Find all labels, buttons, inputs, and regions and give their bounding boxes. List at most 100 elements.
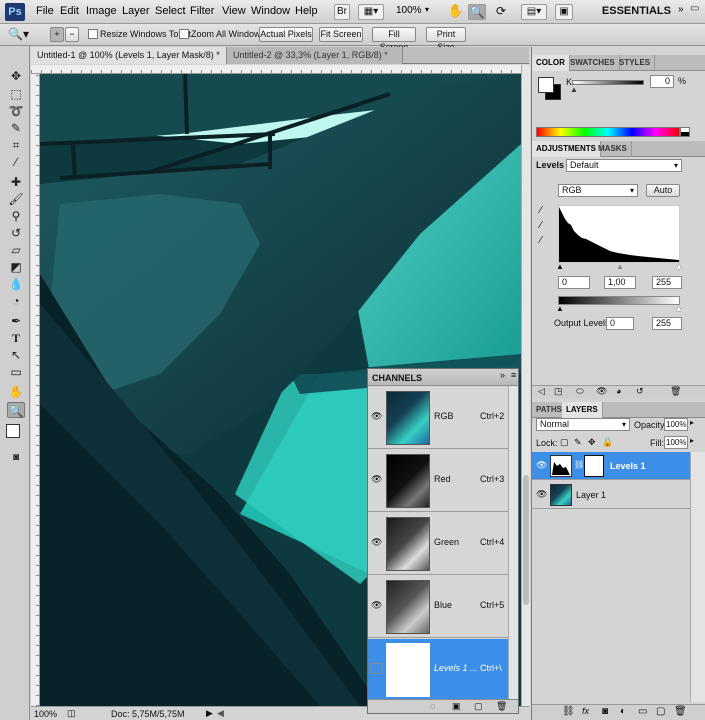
tab-styles[interactable]: STYLES — [615, 55, 656, 71]
rotate-view-icon[interactable]: ⟳ — [492, 4, 510, 20]
view-extras-icon[interactable]: ▦▾ — [358, 4, 384, 20]
eye-icon[interactable]: 👁 — [536, 460, 547, 471]
k-slider-handle-icon[interactable]: ▲ — [570, 85, 578, 94]
fill-dropdown-icon[interactable]: ▸ — [690, 436, 694, 445]
input-gamma-field[interactable]: 1,00 — [604, 276, 636, 289]
layer-name[interactable]: Levels 1 — [610, 461, 646, 471]
blend-mode-dropdown[interactable]: Normal — [536, 418, 630, 431]
channel-row-rgb[interactable]: 👁 RGB Ctrl+2 — [368, 387, 508, 449]
expanded-view-icon[interactable]: ◳ — [554, 386, 563, 397]
input-white-slider-icon[interactable]: ▲ — [675, 262, 683, 271]
resize-windows-checkbox[interactable] — [88, 29, 98, 39]
quick-selection-tool-icon[interactable]: ✎ — [7, 120, 25, 136]
menu-select[interactable]: Select — [155, 5, 186, 17]
panel-collapse-icon[interactable]: » — [500, 370, 505, 380]
zoom-readout-icon[interactable]: ◫ — [67, 708, 76, 719]
layers-scrollbar[interactable] — [690, 452, 705, 702]
menu-window[interactable]: Window — [251, 5, 290, 17]
channel-row-green[interactable]: 👁 Green Ctrl+4 — [368, 513, 508, 575]
menu-edit[interactable]: Edit — [60, 5, 79, 17]
white-point-eyedropper-icon[interactable]: ⁄ — [540, 235, 542, 246]
color-spectrum-ramp[interactable] — [536, 127, 680, 137]
layer-row-levels-1[interactable]: 👁 ⛓ Levels 1 — [532, 452, 690, 480]
lock-image-icon[interactable]: ✎ — [574, 437, 582, 448]
tab-adjustments[interactable]: ADJUSTMENTS — [532, 141, 602, 157]
opacity-dropdown-icon[interactable]: ▸ — [690, 418, 694, 427]
tab-layers[interactable]: LAYERS — [562, 402, 603, 418]
opacity-field[interactable]: 100% — [664, 418, 688, 431]
path-selection-tool-icon[interactable]: ↖ — [7, 347, 25, 363]
layer-name[interactable]: Layer 1 — [576, 490, 606, 500]
layer-row-layer-1[interactable]: 👁 Layer 1 — [532, 481, 690, 509]
visibility-toggle-icon[interactable] — [371, 663, 382, 674]
new-channel-icon[interactable]: ▢ — [474, 701, 483, 712]
channel-row-blue[interactable]: 👁 Blue Ctrl+5 — [368, 576, 508, 638]
new-group-icon[interactable]: ▭ — [638, 706, 647, 717]
shape-tool-icon[interactable]: ▭ — [7, 364, 25, 380]
input-gamma-slider-icon[interactable]: ▲ — [616, 262, 624, 271]
output-black-field[interactable]: 0 — [606, 317, 634, 330]
canvas-vertical-scrollbar[interactable] — [521, 65, 530, 706]
new-layer-icon[interactable]: ▢ — [656, 706, 665, 717]
healing-brush-tool-icon[interactable]: ✚ — [7, 174, 25, 190]
link-layers-icon[interactable]: ⛓ — [562, 706, 575, 717]
lock-transparent-icon[interactable]: ▢ — [560, 437, 569, 448]
output-white-field[interactable]: 255 — [652, 317, 682, 330]
zoom-dropdown-icon[interactable]: ▾ — [425, 5, 429, 14]
scrollbar-thumb[interactable] — [523, 475, 529, 605]
foreground-color-swatch[interactable] — [6, 424, 20, 438]
horizontal-scroll-left-icon[interactable]: ◀ — [217, 708, 224, 719]
panel-menu-icon[interactable]: ≡ — [511, 370, 516, 380]
eye-icon[interactable]: 👁 — [371, 600, 382, 611]
zoom-all-windows-checkbox[interactable] — [179, 29, 189, 39]
zoom-readout[interactable]: 100% — [34, 709, 57, 719]
k-slider[interactable] — [572, 80, 644, 85]
crop-tool-icon[interactable]: ⌗ — [7, 137, 25, 153]
brush-tool-icon[interactable]: 🖌 — [7, 191, 25, 207]
layer-style-icon[interactable]: fx — [582, 706, 589, 716]
k-value-field[interactable]: 0 — [650, 75, 674, 88]
tab-swatches[interactable]: SWATCHES — [566, 55, 620, 71]
channels-title[interactable]: CHANNELS — [372, 373, 422, 383]
history-brush-tool-icon[interactable]: ↺ — [7, 225, 25, 241]
return-to-list-icon[interactable]: ◁ — [538, 386, 545, 397]
input-black-slider-icon[interactable]: ▲ — [556, 262, 564, 271]
delete-channel-icon[interactable]: 🗑 — [496, 701, 507, 712]
channel-row-levels-mask[interactable]: Levels 1 ... Ctrl+\ — [368, 639, 508, 701]
bridge-icon[interactable]: Br — [334, 4, 350, 20]
channels-scrollbar[interactable] — [508, 386, 518, 699]
menu-file[interactable]: File — [36, 5, 54, 17]
blur-tool-icon[interactable]: 💧 — [7, 276, 25, 292]
zoom-tool-icon[interactable]: 🔍 — [468, 4, 486, 20]
view-previous-state-icon[interactable]: ◕ — [616, 386, 621, 396]
quick-mask-icon[interactable]: ◙ — [7, 450, 25, 466]
load-channel-selection-icon[interactable]: ◌ — [430, 701, 435, 711]
zoom-tool-preset-icon[interactable]: 🔍▾ — [8, 27, 29, 41]
add-mask-icon[interactable]: ◙ — [602, 706, 608, 717]
eyedropper-tool-icon[interactable]: ⁄ — [7, 154, 25, 170]
color-foreground-swatch[interactable] — [538, 77, 554, 93]
hand-tool-icon[interactable]: ✋ — [447, 4, 465, 20]
layer-mask-thumbnail[interactable] — [584, 455, 604, 477]
auto-button[interactable]: Auto — [646, 184, 680, 197]
menu-help[interactable]: Help — [295, 5, 318, 17]
lock-all-icon[interactable]: 🔒 — [602, 437, 613, 448]
dodge-tool-icon[interactable]: ◔ — [7, 293, 25, 309]
output-white-slider-icon[interactable]: ▲ — [675, 304, 683, 313]
gray-point-eyedropper-icon[interactable]: ⁄ — [540, 220, 542, 231]
new-adjustment-layer-icon[interactable]: ◐ — [620, 706, 626, 717]
eye-icon[interactable]: 👁 — [371, 537, 382, 548]
eraser-tool-icon[interactable]: ▱ — [7, 242, 25, 258]
eye-icon[interactable]: 👁 — [536, 489, 547, 500]
output-black-slider-icon[interactable]: ▲ — [556, 304, 564, 313]
pen-tool-icon[interactable]: ✒ — [7, 313, 25, 329]
reset-icon[interactable]: ↺ — [636, 386, 644, 397]
menu-filter[interactable]: Filter — [190, 5, 214, 17]
tab-color[interactable]: COLOR — [532, 55, 570, 71]
fit-screen-button[interactable]: Fit Screen — [319, 27, 363, 42]
eye-icon[interactable]: 👁 — [371, 411, 382, 422]
tab-untitled-2[interactable]: Untitled-2 @ 33,3% (Layer 1, RGB/8) * — [227, 47, 403, 64]
workspace-menu-icon[interactable]: » — [678, 4, 684, 15]
tab-masks[interactable]: MASKS — [594, 141, 632, 157]
channel-row-red[interactable]: 👁 Red Ctrl+3 — [368, 450, 508, 512]
